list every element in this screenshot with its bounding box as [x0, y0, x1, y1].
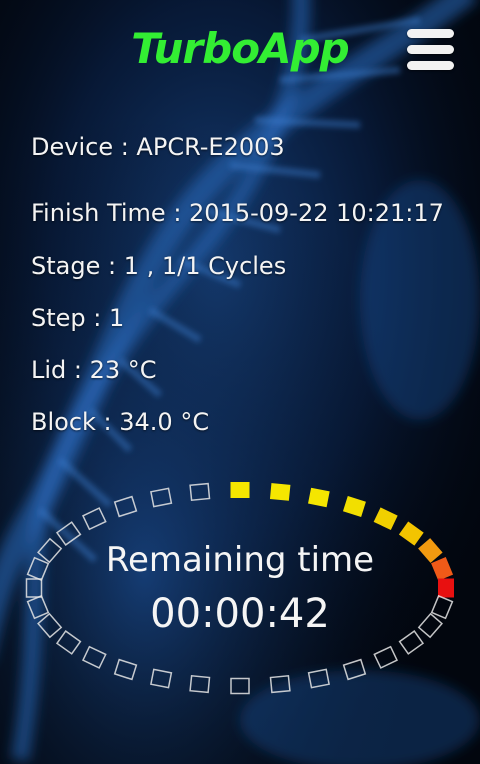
remaining-time-label: Remaining time — [105, 540, 375, 580]
progress-segment — [82, 645, 107, 669]
progress-segment — [150, 487, 173, 508]
progress-segment — [373, 645, 398, 669]
progress-segment — [189, 674, 211, 694]
progress-segment — [82, 507, 107, 531]
menu-bar-top — [407, 29, 454, 38]
hamburger-menu-icon[interactable] — [404, 26, 458, 72]
block-temperature-label: Block : 34.0 °C — [31, 408, 210, 436]
progress-segment — [342, 658, 367, 681]
progress-segment — [189, 482, 211, 502]
progress-segment — [269, 483, 291, 501]
device-label: Device : APCR-E2003 — [31, 133, 285, 161]
progress-segment — [113, 495, 138, 518]
menu-bar-middle — [407, 45, 454, 54]
progress-segment — [230, 482, 250, 498]
progress-segment — [307, 668, 330, 689]
step-label: Step : 1 — [31, 304, 125, 332]
finish-time-label: Finish Time : 2015-09-22 10:21:17 — [31, 199, 444, 227]
progress-segment — [113, 658, 138, 681]
progress-segment — [269, 674, 291, 694]
menu-bar-bottom — [407, 61, 454, 70]
progress-segment — [230, 677, 250, 695]
stage-label: Stage : 1 , 1/1 Cycles — [31, 252, 287, 280]
progress-segment — [150, 668, 173, 689]
progress-segment — [342, 495, 366, 518]
lid-temperature-label: Lid : 23 °C — [31, 356, 157, 384]
remaining-time-value: 00:00:42 — [150, 591, 330, 637]
progress-segment — [308, 487, 330, 508]
progress-segment — [373, 507, 398, 530]
